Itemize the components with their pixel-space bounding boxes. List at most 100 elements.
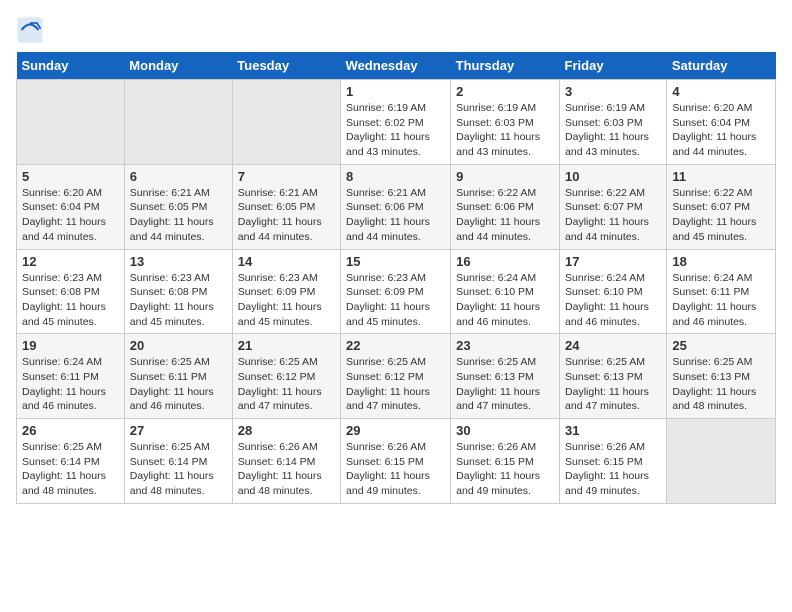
- day-detail: Sunrise: 6:23 AMSunset: 6:09 PMDaylight:…: [346, 271, 445, 330]
- weekday-header-thursday: Thursday: [451, 52, 560, 80]
- calendar-cell: 14Sunrise: 6:23 AMSunset: 6:09 PMDayligh…: [232, 249, 340, 334]
- calendar-cell: 26 Sunrise: 6:25 AMSunset: 6:14 PMDayligh…: [17, 419, 125, 504]
- calendar-cell: 7Sunrise: 6:21 AMSunset: 6:05 PMDaylight…: [232, 164, 340, 249]
- day-number: 15: [346, 254, 445, 269]
- day-number: 7: [238, 169, 335, 184]
- day-number: 1: [346, 84, 445, 99]
- day-detail: Sunrise: 6:25 AMSunset: 6:12 PMDaylight:…: [238, 355, 335, 414]
- day-number: 11: [672, 169, 770, 184]
- day-number: 20: [130, 338, 227, 353]
- calendar-cell: 20 Sunrise: 6:25 AMSunset: 6:11 PMDayligh…: [124, 334, 232, 419]
- day-number: 29: [346, 423, 445, 438]
- calendar-cell: 10 Sunrise: 6:22 AMSunset: 6:07 PMDayligh…: [560, 164, 667, 249]
- calendar-cell: 6Sunrise: 6:21 AMSunset: 6:05 PMDaylight…: [124, 164, 232, 249]
- calendar-cell: 5 Sunrise: 6:20 AMSunset: 6:04 PMDaylight…: [17, 164, 125, 249]
- day-detail: Sunrise: 6:24 AMSunset: 6:11 PMDaylight:…: [22, 355, 119, 414]
- calendar-cell: 23Sunrise: 6:25 AMSunset: 6:13 PMDayligh…: [451, 334, 560, 419]
- day-number: 13: [130, 254, 227, 269]
- calendar-cell: 30 Sunrise: 6:26 AMSunset: 6:15 PMDayligh…: [451, 419, 560, 504]
- day-detail: Sunrise: 6:24 AMSunset: 6:10 PMDaylight:…: [565, 271, 661, 330]
- day-detail: Sunrise: 6:26 AMSunset: 6:15 PMDaylight:…: [565, 440, 661, 499]
- calendar-cell: 18 Sunrise: 6:24 AMSunset: 6:11 PMDayligh…: [667, 249, 776, 334]
- day-detail: Sunrise: 6:20 AMSunset: 6:04 PMDaylight:…: [672, 101, 770, 160]
- weekday-header-sunday: Sunday: [17, 52, 125, 80]
- calendar-cell: 25Sunrise: 6:25 AMSunset: 6:13 PMDayligh…: [667, 334, 776, 419]
- weekday-header-friday: Friday: [560, 52, 667, 80]
- calendar-cell: [232, 80, 340, 165]
- calendar-cell: 15 Sunrise: 6:23 AMSunset: 6:09 PMDayligh…: [341, 249, 451, 334]
- logo: [16, 16, 46, 44]
- day-detail: Sunrise: 6:22 AMSunset: 6:06 PMDaylight:…: [456, 186, 554, 245]
- calendar-table: SundayMondayTuesdayWednesdayThursdayFrid…: [16, 52, 776, 504]
- day-detail: Sunrise: 6:25 AMSunset: 6:12 PMDaylight:…: [346, 355, 445, 414]
- calendar-cell: 1 Sunrise: 6:19 AMSunset: 6:02 PMDaylight…: [341, 80, 451, 165]
- day-number: 4: [672, 84, 770, 99]
- day-detail: Sunrise: 6:26 AMSunset: 6:15 PMDaylight:…: [456, 440, 554, 499]
- day-number: 19: [22, 338, 119, 353]
- day-detail: Sunrise: 6:25 AMSunset: 6:14 PMDaylight:…: [22, 440, 119, 499]
- calendar-cell: 9 Sunrise: 6:22 AMSunset: 6:06 PMDaylight…: [451, 164, 560, 249]
- day-number: 12: [22, 254, 119, 269]
- calendar-cell: 21Sunrise: 6:25 AMSunset: 6:12 PMDayligh…: [232, 334, 340, 419]
- day-detail: Sunrise: 6:19 AMSunset: 6:03 PMDaylight:…: [565, 101, 661, 160]
- calendar-cell: 31 Sunrise: 6:26 AMSunset: 6:15 PMDayligh…: [560, 419, 667, 504]
- day-number: 28: [238, 423, 335, 438]
- calendar-cell: [667, 419, 776, 504]
- day-number: 17: [565, 254, 661, 269]
- day-number: 18: [672, 254, 770, 269]
- day-number: 8: [346, 169, 445, 184]
- day-number: 9: [456, 169, 554, 184]
- calendar-cell: 2 Sunrise: 6:19 AMSunset: 6:03 PMDaylight…: [451, 80, 560, 165]
- day-number: 31: [565, 423, 661, 438]
- day-number: 16: [456, 254, 554, 269]
- day-detail: Sunrise: 6:19 AMSunset: 6:03 PMDaylight:…: [456, 101, 554, 160]
- page-header: [16, 16, 776, 44]
- weekday-header-saturday: Saturday: [667, 52, 776, 80]
- calendar-cell: 4 Sunrise: 6:20 AMSunset: 6:04 PMDaylight…: [667, 80, 776, 165]
- day-detail: Sunrise: 6:22 AMSunset: 6:07 PMDaylight:…: [565, 186, 661, 245]
- day-number: 27: [130, 423, 227, 438]
- day-number: 22: [346, 338, 445, 353]
- calendar-cell: 28 Sunrise: 6:26 AMSunset: 6:14 PMDayligh…: [232, 419, 340, 504]
- day-detail: Sunrise: 6:22 AMSunset: 6:07 PMDaylight:…: [672, 186, 770, 245]
- calendar-week-1: 1 Sunrise: 6:19 AMSunset: 6:02 PMDaylight…: [17, 80, 776, 165]
- day-detail: Sunrise: 6:25 AMSunset: 6:11 PMDaylight:…: [130, 355, 227, 414]
- calendar-cell: 11 Sunrise: 6:22 AMSunset: 6:07 PMDayligh…: [667, 164, 776, 249]
- day-detail: Sunrise: 6:24 AMSunset: 6:11 PMDaylight:…: [672, 271, 770, 330]
- calendar-cell: [17, 80, 125, 165]
- calendar-cell: 16 Sunrise: 6:24 AMSunset: 6:10 PMDayligh…: [451, 249, 560, 334]
- day-detail: Sunrise: 6:23 AMSunset: 6:08 PMDaylight:…: [130, 271, 227, 330]
- day-number: 10: [565, 169, 661, 184]
- day-number: 5: [22, 169, 119, 184]
- day-number: 3: [565, 84, 661, 99]
- day-detail: Sunrise: 6:21 AMSunset: 6:06 PMDaylight:…: [346, 186, 445, 245]
- calendar-week-4: 19 Sunrise: 6:24 AMSunset: 6:11 PMDayligh…: [17, 334, 776, 419]
- day-number: 2: [456, 84, 554, 99]
- day-detail: Sunrise: 6:25 AMSunset: 6:13 PMDaylight:…: [456, 355, 554, 414]
- day-detail: Sunrise: 6:26 AMSunset: 6:14 PMDaylight:…: [238, 440, 335, 499]
- day-detail: Sunrise: 6:25 AMSunset: 6:14 PMDaylight:…: [130, 440, 227, 499]
- day-detail: Sunrise: 6:20 AMSunset: 6:04 PMDaylight:…: [22, 186, 119, 245]
- calendar-week-3: 12 Sunrise: 6:23 AMSunset: 6:08 PMDayligh…: [17, 249, 776, 334]
- day-detail: Sunrise: 6:25 AMSunset: 6:13 PMDaylight:…: [672, 355, 770, 414]
- calendar-cell: 27 Sunrise: 6:25 AMSunset: 6:14 PMDayligh…: [124, 419, 232, 504]
- calendar-cell: 12Sunrise: 6:23 AMSunset: 6:08 PMDayligh…: [17, 249, 125, 334]
- calendar-week-5: 26 Sunrise: 6:25 AMSunset: 6:14 PMDayligh…: [17, 419, 776, 504]
- calendar-cell: 13 Sunrise: 6:23 AMSunset: 6:08 PMDayligh…: [124, 249, 232, 334]
- weekday-header-monday: Monday: [124, 52, 232, 80]
- day-number: 30: [456, 423, 554, 438]
- day-number: 6: [130, 169, 227, 184]
- weekday-header-wednesday: Wednesday: [341, 52, 451, 80]
- day-number: 14: [238, 254, 335, 269]
- calendar-header: SundayMondayTuesdayWednesdayThursdayFrid…: [17, 52, 776, 80]
- calendar-week-2: 5 Sunrise: 6:20 AMSunset: 6:04 PMDaylight…: [17, 164, 776, 249]
- calendar-cell: 17 Sunrise: 6:24 AMSunset: 6:10 PMDayligh…: [560, 249, 667, 334]
- calendar-cell: 29Sunrise: 6:26 AMSunset: 6:15 PMDayligh…: [341, 419, 451, 504]
- calendar-cell: 22 Sunrise: 6:25 AMSunset: 6:12 PMDayligh…: [341, 334, 451, 419]
- day-detail: Sunrise: 6:19 AMSunset: 6:02 PMDaylight:…: [346, 101, 445, 160]
- day-detail: Sunrise: 6:24 AMSunset: 6:10 PMDaylight:…: [456, 271, 554, 330]
- logo-icon: [16, 16, 44, 44]
- calendar-cell: 3 Sunrise: 6:19 AMSunset: 6:03 PMDaylight…: [560, 80, 667, 165]
- day-number: 26: [22, 423, 119, 438]
- calendar-cell: 19 Sunrise: 6:24 AMSunset: 6:11 PMDayligh…: [17, 334, 125, 419]
